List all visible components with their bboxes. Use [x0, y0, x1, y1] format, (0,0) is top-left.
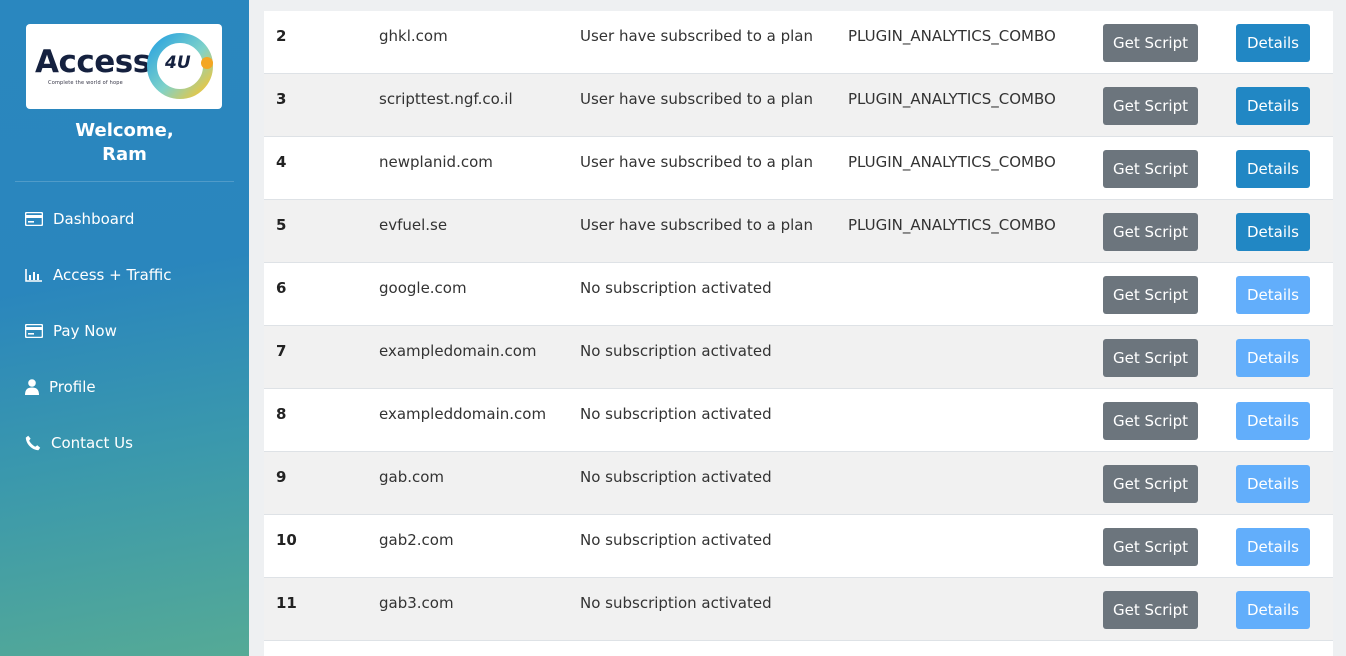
details-button[interactable]: Details: [1236, 87, 1310, 125]
user-name: Ram: [102, 144, 147, 165]
table-row: 10 gab2.com No subscription activated Get S…: [264, 515, 1333, 578]
details-button[interactable]: Details: [1236, 24, 1310, 62]
domain-name: newplanid.com: [379, 153, 493, 171]
row-number: 4: [276, 153, 287, 171]
welcome-line: Welcome,: [75, 120, 174, 141]
subscription-status: No subscription activated: [580, 468, 772, 486]
row-number: 5: [276, 216, 287, 234]
plan-name: PLUGIN_ANALYTICS_COMBO: [848, 27, 1056, 45]
row-number: 3: [276, 90, 287, 108]
logo-tagline: Complete the world of hope: [48, 80, 123, 86]
row-number: 7: [276, 342, 287, 360]
subscription-status: User have subscribed to a plan: [580, 216, 813, 234]
sidebar-item-label: Access + Traffic: [53, 266, 172, 284]
row-number: 10: [276, 531, 297, 549]
row-number: 8: [276, 405, 287, 423]
details-button[interactable]: Details: [1236, 465, 1310, 503]
table-row-partial: [264, 641, 1333, 656]
details-button[interactable]: Details: [1236, 213, 1310, 251]
get-script-button[interactable]: Get Script: [1103, 87, 1198, 125]
domain-name: gab3.com: [379, 594, 454, 612]
subscription-status: No subscription activated: [580, 594, 772, 612]
plan-name: PLUGIN_ANALYTICS_COMBO: [848, 216, 1056, 234]
logo-text: Access: [35, 44, 151, 80]
domain-name: ghkl.com: [379, 27, 448, 45]
card-icon: [24, 322, 44, 340]
table-row: 8 exampleddomain.com No subscription activ…: [264, 389, 1333, 452]
subscription-status: No subscription activated: [580, 405, 772, 423]
sidebar-item-label: Profile: [49, 378, 96, 396]
sidebar-item-pay-now[interactable]: Pay Now: [24, 319, 117, 343]
logo[interactable]: Access 4U Complete the world of hope: [26, 24, 222, 109]
get-script-button[interactable]: Get Script: [1103, 276, 1198, 314]
domain-name: exampledomain.com: [379, 342, 537, 360]
logo-badge: 4U: [165, 53, 191, 73]
plan-name: PLUGIN_ANALYTICS_COMBO: [848, 90, 1056, 108]
sidebar-divider: [15, 181, 234, 182]
sidebar-item-contact-us[interactable]: Contact Us: [24, 431, 133, 455]
get-script-button[interactable]: Get Script: [1103, 213, 1198, 251]
table-row: 5 evfuel.se User have subscribed to a plan…: [264, 200, 1333, 263]
sidebar-item-label: Pay Now: [53, 322, 117, 340]
details-button[interactable]: Details: [1236, 339, 1310, 377]
subscription-status: No subscription activated: [580, 342, 772, 360]
get-script-button[interactable]: Get Script: [1103, 150, 1198, 188]
get-script-button[interactable]: Get Script: [1103, 528, 1198, 566]
row-number: 9: [276, 468, 287, 486]
table-row: 6 google.com No subscription activated Get …: [264, 263, 1333, 326]
domain-name: gab.com: [379, 468, 445, 486]
subscription-status: User have subscribed to a plan: [580, 90, 813, 108]
details-button[interactable]: Details: [1236, 591, 1310, 629]
main-content: 2 ghkl.com User have subscribed to a plan P…: [249, 0, 1346, 656]
table-row: 7 exampledomain.com No subscription activa…: [264, 326, 1333, 389]
table-row: 9 gab.com No subscription activated Get Scr…: [264, 452, 1333, 515]
bar-chart-icon: [24, 266, 44, 284]
plan-name: PLUGIN_ANALYTICS_COMBO: [848, 153, 1056, 171]
details-button[interactable]: Details: [1236, 402, 1310, 440]
subscription-status: No subscription activated: [580, 531, 772, 549]
details-button[interactable]: Details: [1236, 150, 1310, 188]
user-icon: [24, 378, 40, 396]
domain-name: evfuel.se: [379, 216, 448, 234]
table-row: 2 ghkl.com User have subscribed to a plan P…: [264, 11, 1333, 74]
details-button[interactable]: Details: [1236, 276, 1310, 314]
domain-name: scripttest.ngf.co.il: [379, 90, 513, 108]
domain-name: google.com: [379, 279, 467, 297]
subscription-status: User have subscribed to a plan: [580, 153, 813, 171]
row-number: 11: [276, 594, 297, 612]
sidebar-item-dashboard[interactable]: Dashboard: [24, 207, 134, 231]
subscription-status: User have subscribed to a plan: [580, 27, 813, 45]
domains-table: 2 ghkl.com User have subscribed to a plan P…: [264, 11, 1333, 656]
sidebar-item-access-traffic[interactable]: Access + Traffic: [24, 263, 172, 287]
row-number: 2: [276, 27, 287, 45]
table-row: 4 newplanid.com User have subscribed to a …: [264, 137, 1333, 200]
get-script-button[interactable]: Get Script: [1103, 465, 1198, 503]
table-row: 11 gab3.com No subscription activated Get S…: [264, 578, 1333, 641]
get-script-button[interactable]: Get Script: [1103, 591, 1198, 629]
domain-name: exampleddomain.com: [379, 405, 547, 423]
card-icon: [24, 210, 44, 228]
sidebar-item-label: Dashboard: [53, 210, 135, 228]
domain-name: gab2.com: [379, 531, 454, 549]
subscription-status: No subscription activated: [580, 279, 772, 297]
welcome-message: Welcome, Ram: [0, 119, 249, 167]
sidebar: Access 4U Complete the world of hope Wel…: [0, 0, 249, 656]
get-script-button[interactable]: Get Script: [1103, 339, 1198, 377]
table-row: 3 scripttest.ngf.co.il User have subscribe…: [264, 74, 1333, 137]
phone-icon: [24, 434, 42, 452]
get-script-button[interactable]: Get Script: [1103, 402, 1198, 440]
row-number: 6: [276, 279, 287, 297]
details-button[interactable]: Details: [1236, 528, 1310, 566]
sidebar-item-profile[interactable]: Profile: [24, 375, 96, 399]
sidebar-item-label: Contact Us: [51, 434, 133, 452]
get-script-button[interactable]: Get Script: [1103, 24, 1198, 62]
